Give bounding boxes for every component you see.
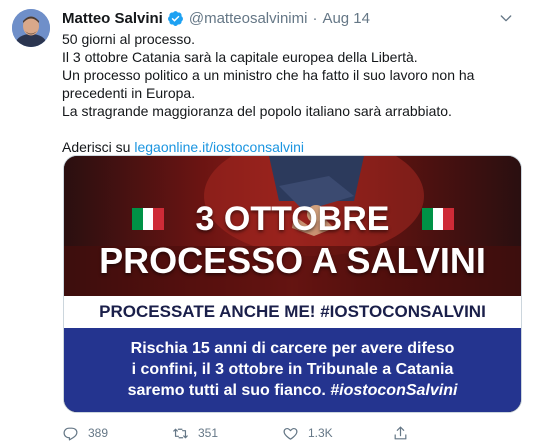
reply-button[interactable]: 389 (62, 425, 172, 442)
author-name[interactable]: Matteo Salvini (62, 10, 163, 27)
share-button[interactable] (392, 425, 418, 442)
tweet-link[interactable]: legaonline.it/iostoconsalvini (134, 139, 304, 155)
separator-dot: · (312, 9, 318, 27)
like-button[interactable]: 1.3K (282, 425, 392, 442)
tweet-line: precedenti in Europa. (62, 85, 196, 101)
like-icon (283, 427, 298, 440)
headline-title: PROCESSO A SALVINI (99, 240, 486, 281)
reply-icon (63, 427, 78, 440)
tweet-actions: 389 351 1.3K (62, 424, 492, 442)
retweet-button[interactable]: 351 (172, 425, 282, 442)
tweet-line: La stragrande maggioranza del popolo ita… (62, 103, 452, 119)
tweet-text: 50 giorni al processo. Il 3 ottobre Cata… (62, 30, 522, 156)
avatar-photo (12, 9, 50, 47)
tweet-cta: Aderisci su legaonline.it/iostoconsalvin… (62, 138, 522, 156)
reply-count: 389 (88, 426, 109, 440)
tweet-line: Un processo politico a un ministro che h… (62, 67, 475, 83)
media-banner: PROCESSATE ANCHE ME! #IOSTOCONSALVINI (64, 296, 521, 328)
retweet-count: 351 (198, 426, 219, 440)
headline-date: 3 OTTOBRE (195, 200, 390, 238)
panel-line: i confini, il 3 ottobre in Tribunale a C… (131, 361, 454, 378)
tweet-line: 50 giorni al processo. (62, 31, 196, 47)
panel-line: saremo tutti al suo fianco. #iostoconSal… (64, 380, 521, 401)
media-card[interactable]: 3 OTTOBRE PROCESSO A SALVINI PROCESSATE … (63, 155, 522, 413)
media-panel: Rischia 15 anni di carcere per avere dif… (64, 328, 521, 412)
share-icon (394, 426, 407, 439)
tweet-card[interactable]: Matteo Salvini @matteosalvinimi · Aug 14… (0, 0, 534, 448)
author-handle[interactable]: @matteosalvinimi (189, 10, 308, 27)
tweet-line: Il 3 ottobre Catania sarà la capitale eu… (62, 49, 418, 65)
panel-line: Rischia 15 anni di carcere per avere dif… (130, 340, 455, 357)
cta-prefix: Aderisci su (62, 139, 135, 155)
avatar[interactable] (12, 9, 50, 47)
caret-down-icon[interactable] (498, 10, 514, 26)
tweet-date[interactable]: Aug 14 (322, 10, 370, 27)
media-photo: 3 OTTOBRE PROCESSO A SALVINI (64, 156, 521, 296)
like-count: 1.3K (308, 426, 333, 440)
tweet-header: Matteo Salvini @matteosalvinimi · Aug 14 (62, 8, 514, 28)
panel-hashtag: #iostoconSalvini (330, 382, 458, 399)
panel-line-text: saremo tutti al suo fianco. (127, 382, 326, 399)
verified-badge-icon (167, 10, 183, 26)
retweet-icon (173, 428, 188, 438)
